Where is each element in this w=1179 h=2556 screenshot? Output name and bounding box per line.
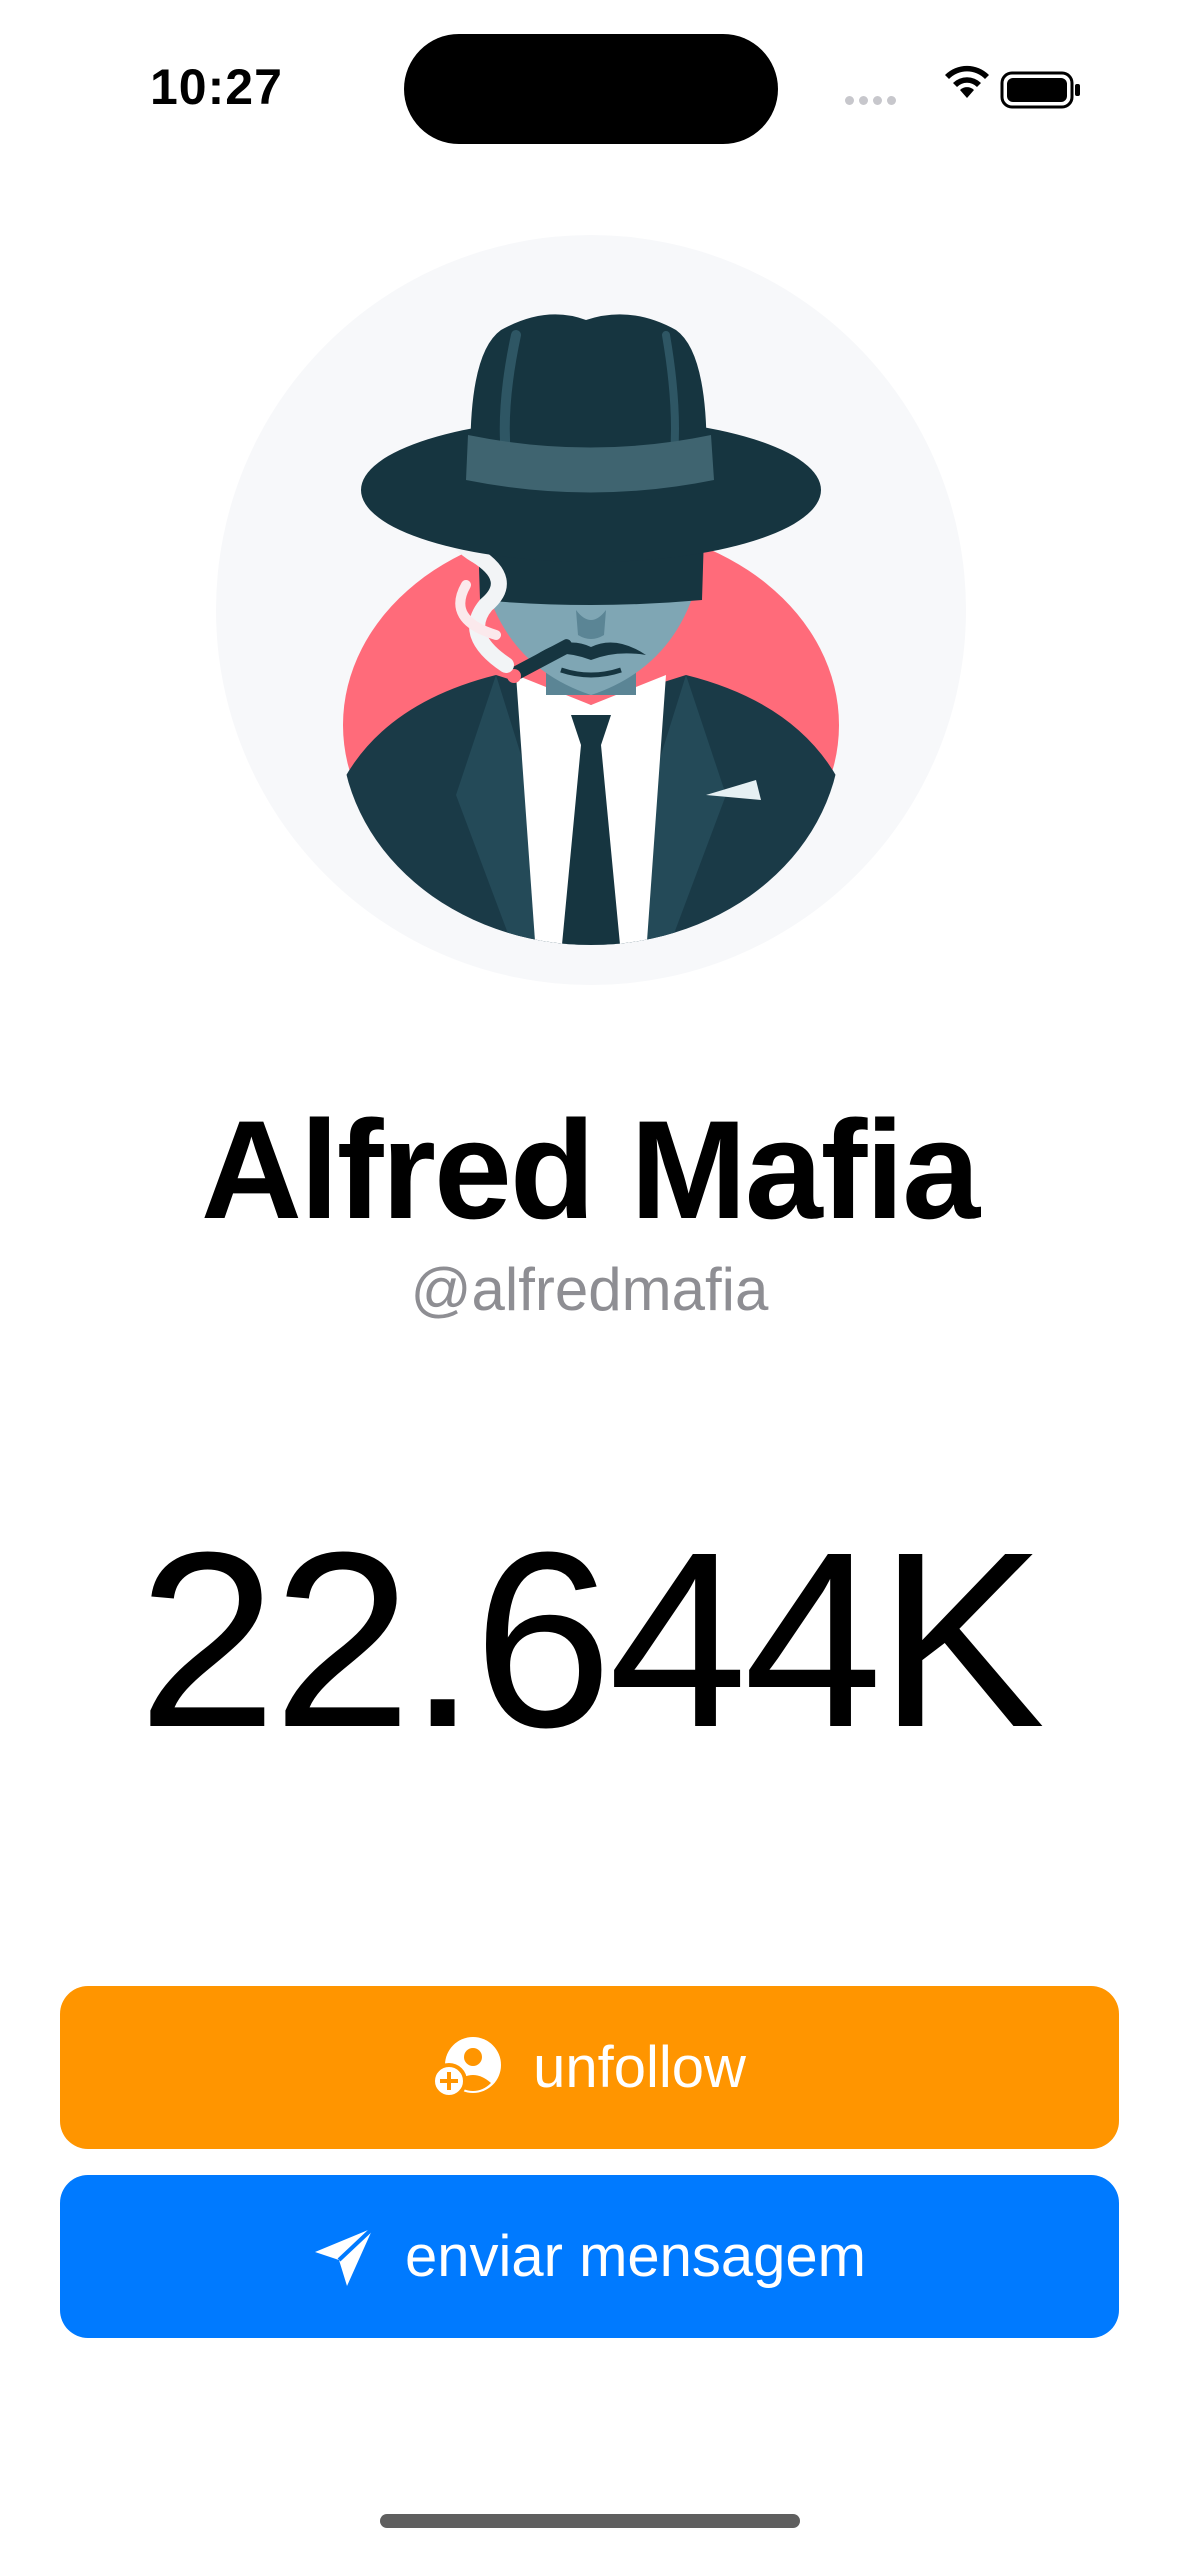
- battery-icon: [1000, 71, 1080, 109]
- paper-plane-icon: [315, 2226, 375, 2286]
- dynamic-island: [404, 34, 778, 144]
- avatar[interactable]: [216, 235, 966, 985]
- person-add-icon: [433, 2036, 502, 2099]
- cellular-signal-icon: [845, 92, 901, 110]
- home-indicator[interactable]: [380, 2514, 800, 2528]
- profile-handle: @alfredmafia: [410, 1256, 769, 1323]
- wifi-icon: [945, 65, 989, 98]
- unfollow-label: unfollow: [533, 2035, 746, 2100]
- mafia-man-avatar-icon: [341, 314, 841, 945]
- unfollow-button[interactable]: unfollow: [60, 1986, 1119, 2149]
- send-message-button[interactable]: enviar mensagem: [60, 2175, 1119, 2338]
- status-time: 10:27: [150, 59, 283, 115]
- status-icons: [845, 62, 1085, 112]
- profile-name: Alfred Mafia: [200, 1091, 980, 1248]
- followers-count: 22.644K: [137, 1500, 1045, 1779]
- send-message-label: enviar mensagem: [405, 2224, 866, 2289]
